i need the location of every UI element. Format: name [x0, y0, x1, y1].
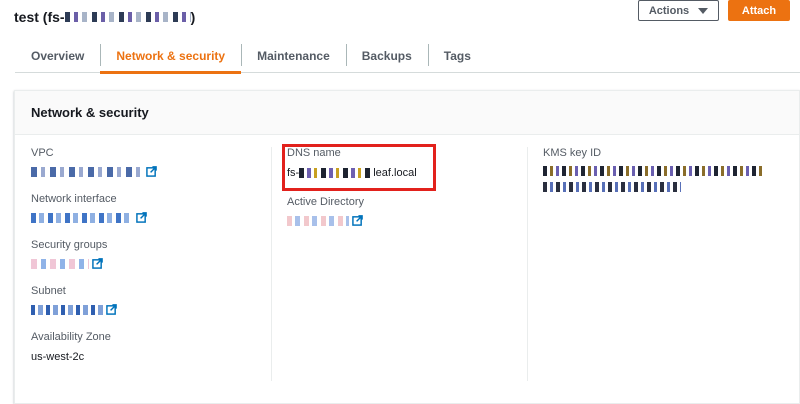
- availability-zone-label: Availability Zone: [31, 331, 111, 343]
- tab-bar: Overview Network & security Maintenance …: [15, 38, 800, 74]
- availability-zone-field: Availability Zone us-west-2c: [31, 330, 271, 364]
- kms-column: KMS key ID: [543, 146, 783, 207]
- actions-button[interactable]: Actions: [638, 0, 719, 21]
- security-groups-field: Security groups: [31, 238, 271, 269]
- availability-zone-value: us-west-2c: [31, 351, 85, 363]
- tab-overview[interactable]: Overview: [15, 38, 100, 73]
- vpc-label: VPC: [31, 147, 54, 159]
- highlight-box: [282, 144, 436, 191]
- subnet-label: Subnet: [31, 285, 66, 297]
- actions-button-label: Actions: [648, 4, 690, 17]
- network-interface-label: Network interface: [31, 193, 117, 205]
- title-suffix: ): [190, 9, 196, 25]
- external-link-icon[interactable]: [92, 258, 103, 269]
- page-title: test (fs- ): [14, 9, 195, 25]
- external-link-icon[interactable]: [352, 215, 363, 226]
- title-prefix: test (fs-: [14, 9, 65, 25]
- tab-tags[interactable]: Tags: [427, 38, 487, 73]
- redacted-file-system-id: [64, 12, 191, 22]
- tab-backups[interactable]: Backups: [345, 38, 428, 73]
- active-directory-field: Active Directory: [287, 195, 527, 226]
- attach-button-label: Attach: [741, 4, 777, 17]
- active-directory-label: Active Directory: [287, 196, 365, 208]
- redacted-kms-key-line-2: [543, 182, 681, 192]
- tab-maintenance[interactable]: Maintenance: [241, 38, 346, 73]
- vpc-field: VPC: [31, 146, 271, 177]
- redacted-subnet-link[interactable]: [31, 304, 103, 315]
- external-link-icon[interactable]: [106, 304, 117, 315]
- network-interface-field: Network interface: [31, 192, 271, 223]
- tab-network-security[interactable]: Network & security: [100, 38, 241, 74]
- network-security-panel: Network & security VPC Network interface…: [14, 90, 800, 404]
- kms-key-label: KMS key ID: [543, 147, 602, 159]
- redacted-vpc-link[interactable]: [31, 166, 143, 177]
- external-link-icon[interactable]: [146, 166, 157, 177]
- column-divider: [271, 147, 272, 381]
- redacted-network-interface-link[interactable]: [31, 212, 133, 223]
- subnet-field: Subnet: [31, 284, 271, 315]
- attach-button[interactable]: Attach: [728, 0, 790, 21]
- kms-key-field: KMS key ID: [543, 146, 783, 192]
- column-divider: [527, 147, 528, 381]
- security-groups-label: Security groups: [31, 239, 108, 251]
- redacted-active-directory-link[interactable]: [287, 215, 349, 226]
- external-link-icon[interactable]: [136, 212, 147, 223]
- panel-title: Network & security: [15, 91, 799, 135]
- redacted-kms-key-line-1: [543, 166, 765, 176]
- caret-down-icon: [698, 7, 709, 14]
- network-column: VPC Network interface Security groups Su…: [31, 146, 271, 379]
- redacted-security-group-link[interactable]: [31, 258, 89, 269]
